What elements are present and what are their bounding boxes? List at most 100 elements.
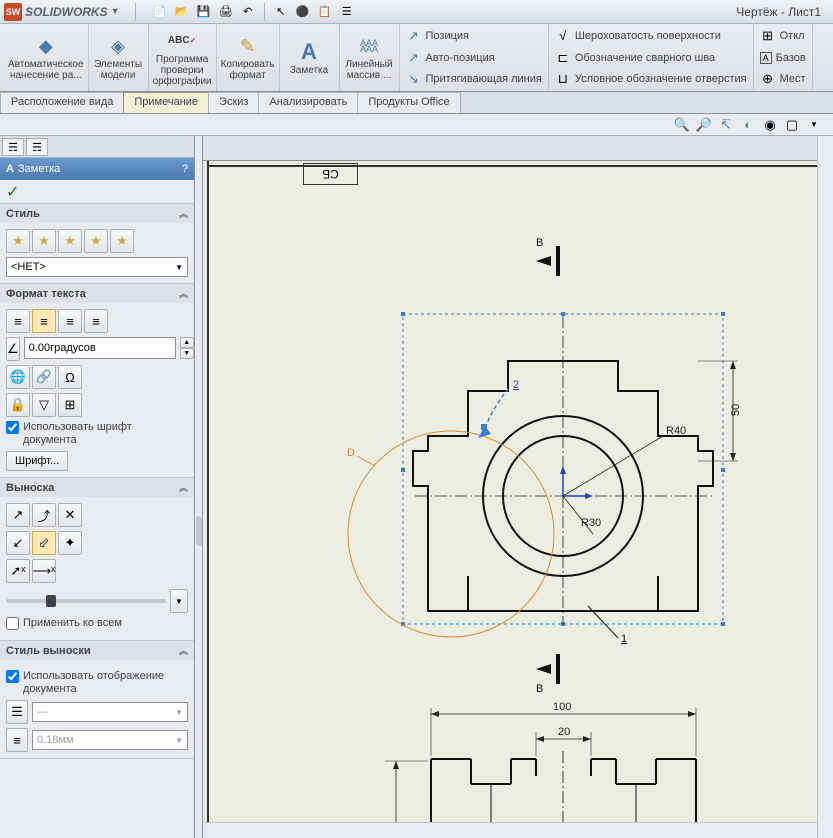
- print-icon[interactable]: 🖨: [216, 2, 236, 22]
- tab-view-layout[interactable]: Расположение вида: [0, 92, 124, 113]
- auto-balloon-button[interactable]: ↗ Авто-позиция: [404, 48, 544, 68]
- leader-type-3[interactable]: ✕: [58, 503, 82, 527]
- align-right-button[interactable]: ≡: [58, 309, 82, 333]
- datum-button[interactable]: A Базов: [758, 48, 808, 68]
- text-format-section-header[interactable]: Формат текста ︽: [0, 284, 194, 303]
- leader-arrow-1[interactable]: ➚ˣ: [6, 559, 30, 583]
- drawing-canvas[interactable]: СБ: [203, 136, 833, 838]
- gtol-insert-button[interactable]: ⊞: [58, 393, 82, 417]
- style-fav-4[interactable]: ★: [84, 229, 108, 253]
- panel-header: A Заметка ?: [0, 158, 194, 180]
- linear-pattern-button[interactable]: AAAAAA Линейный массив ...: [340, 24, 400, 91]
- app-menu-arrow[interactable]: ▼: [111, 6, 123, 18]
- command-tabs: Расположение вида Примечание Эскиз Анали…: [0, 92, 833, 114]
- format-painter-button[interactable]: ✎ Копировать формат: [217, 24, 280, 91]
- section-view-icon[interactable]: ◐: [739, 116, 757, 134]
- help-icon[interactable]: ?: [182, 163, 188, 175]
- property-tab[interactable]: ☴: [26, 138, 48, 156]
- prev-view-icon[interactable]: ↸: [717, 116, 735, 134]
- select-icon[interactable]: ↖: [271, 2, 291, 22]
- leader-slider[interactable]: [6, 599, 166, 603]
- rebuild-icon[interactable]: ⚫: [293, 2, 313, 22]
- panel-title: Заметка: [18, 163, 60, 175]
- angle-up-button[interactable]: ▲: [180, 337, 194, 348]
- note-button[interactable]: A Заметка: [280, 24, 340, 91]
- style-fav-2[interactable]: ★: [32, 229, 56, 253]
- tab-evaluate[interactable]: Анализировать: [258, 92, 358, 113]
- model-items-button[interactable]: ◈ Элементы модели: [89, 24, 149, 91]
- save-icon[interactable]: 💾: [194, 2, 214, 22]
- magnetic-line-button[interactable]: ↘ Притягивающая линия: [404, 69, 544, 89]
- lock-button[interactable]: 🔒: [6, 393, 30, 417]
- use-doc-display-checkbox[interactable]: [6, 670, 19, 683]
- use-doc-font-checkbox[interactable]: [6, 421, 19, 434]
- props-icon[interactable]: ☰: [337, 2, 357, 22]
- settings-icon[interactable]: ▾: [805, 116, 823, 134]
- horizontal-scrollbar[interactable]: [203, 822, 817, 838]
- style-fav-3[interactable]: ★: [58, 229, 82, 253]
- style-fav-1[interactable]: ★: [6, 229, 30, 253]
- property-manager: ☴ ☴ A Заметка ? ✓ Стиль ︽ ★ ★ ★ ★ ★: [0, 136, 195, 838]
- insert-hyperlink-button[interactable]: 🌐: [6, 365, 30, 389]
- drawing-canvas-area: СБ: [203, 136, 833, 838]
- heads-up-toolbar: 🔍 🔎 ↸ ◐ ◉ ▢ ▾: [0, 114, 833, 136]
- flag-button[interactable]: ▽: [32, 393, 56, 417]
- leader-side-1[interactable]: ↙: [6, 531, 30, 555]
- angle-input[interactable]: [24, 337, 176, 359]
- display-style-icon[interactable]: ◉: [761, 116, 779, 134]
- align-justify-button[interactable]: ≡: [84, 309, 108, 333]
- note-title-icon: A: [6, 163, 14, 175]
- leader-section-header[interactable]: Выноска ︽: [0, 478, 194, 497]
- leader-type-1[interactable]: ↗: [6, 503, 30, 527]
- feature-tree-tab[interactable]: ☴: [2, 138, 24, 156]
- align-left-button[interactable]: ≡: [6, 309, 30, 333]
- document-title: Чертёж - Лист1: [736, 5, 821, 19]
- link-to-prop-button[interactable]: 🔗: [32, 365, 56, 389]
- splitter-handle-icon: [196, 516, 202, 546]
- chevron-up-icon: ︽: [179, 481, 188, 494]
- angle-down-button[interactable]: ▼: [180, 348, 194, 359]
- style-fav-5[interactable]: ★: [110, 229, 134, 253]
- new-icon[interactable]: 📄: [150, 2, 170, 22]
- leader-side-3[interactable]: ✦: [58, 531, 82, 555]
- weld-symbol-button[interactable]: ⊏ Обозначение сварного шва: [553, 48, 749, 68]
- open-icon[interactable]: 📂: [172, 2, 192, 22]
- app-logo: SW SOLIDWORKS ▼: [4, 3, 123, 21]
- font-button[interactable]: Шрифт...: [6, 451, 68, 471]
- leader-type-2[interactable]: ⤴: [32, 503, 56, 527]
- auto-dimension-button[interactable]: ◆ Автоматическое нанесение ра...: [4, 24, 89, 91]
- hole-callout-button[interactable]: ⊔ Условное обозначение отверстия: [553, 69, 749, 89]
- zoom-area-icon[interactable]: 🔎: [695, 116, 713, 134]
- line-thickness-combo[interactable]: 0.18мм▼: [32, 730, 188, 750]
- gtol-button[interactable]: ⊞ Откл: [758, 26, 808, 46]
- undo-icon[interactable]: ↶: [238, 2, 258, 22]
- spell-check-button[interactable]: ABC✓ Программа проверки орфографии: [149, 24, 217, 91]
- section-mark-bottom: B: [536, 654, 558, 695]
- tab-sketch[interactable]: Эскиз: [208, 92, 259, 113]
- datum-target-button[interactable]: ⊕ Мест: [758, 69, 808, 89]
- ok-button[interactable]: ✓: [6, 182, 26, 202]
- svg-text:B: B: [536, 237, 543, 249]
- leader-style-section-header[interactable]: Стиль выноски ︽: [0, 641, 194, 660]
- hide-show-icon[interactable]: ▢: [783, 116, 801, 134]
- add-symbol-button[interactable]: Ω: [58, 365, 82, 389]
- vertical-scrollbar[interactable]: [817, 136, 833, 838]
- tab-annotation[interactable]: Примечание: [123, 92, 209, 113]
- zoom-fit-icon[interactable]: 🔍: [673, 116, 691, 134]
- apply-all-checkbox[interactable]: [6, 617, 19, 630]
- style-combo[interactable]: <НЕТ>▼: [6, 257, 188, 277]
- chevron-up-icon: ︽: [179, 207, 188, 220]
- options-icon[interactable]: 📋: [315, 2, 335, 22]
- leader-arrow-2[interactable]: ⟶ˣ: [32, 559, 56, 583]
- line-style-combo[interactable]: —▼: [32, 702, 188, 722]
- tab-office[interactable]: Продукты Office: [357, 92, 460, 113]
- weld-symbol-icon: ⊏: [555, 50, 571, 66]
- svg-text:2: 2: [513, 379, 519, 391]
- panel-splitter[interactable]: [195, 136, 203, 838]
- align-center-button[interactable]: ≡: [32, 309, 56, 333]
- slider-dropdown[interactable]: ▼: [170, 589, 188, 613]
- style-section-header[interactable]: Стиль ︽: [0, 204, 194, 223]
- balloon-button[interactable]: ↗ Позиция: [404, 26, 544, 46]
- leader-side-2[interactable]: ⬃: [32, 531, 56, 555]
- surface-finish-button[interactable]: √ Шероховатость поверхности: [553, 26, 749, 46]
